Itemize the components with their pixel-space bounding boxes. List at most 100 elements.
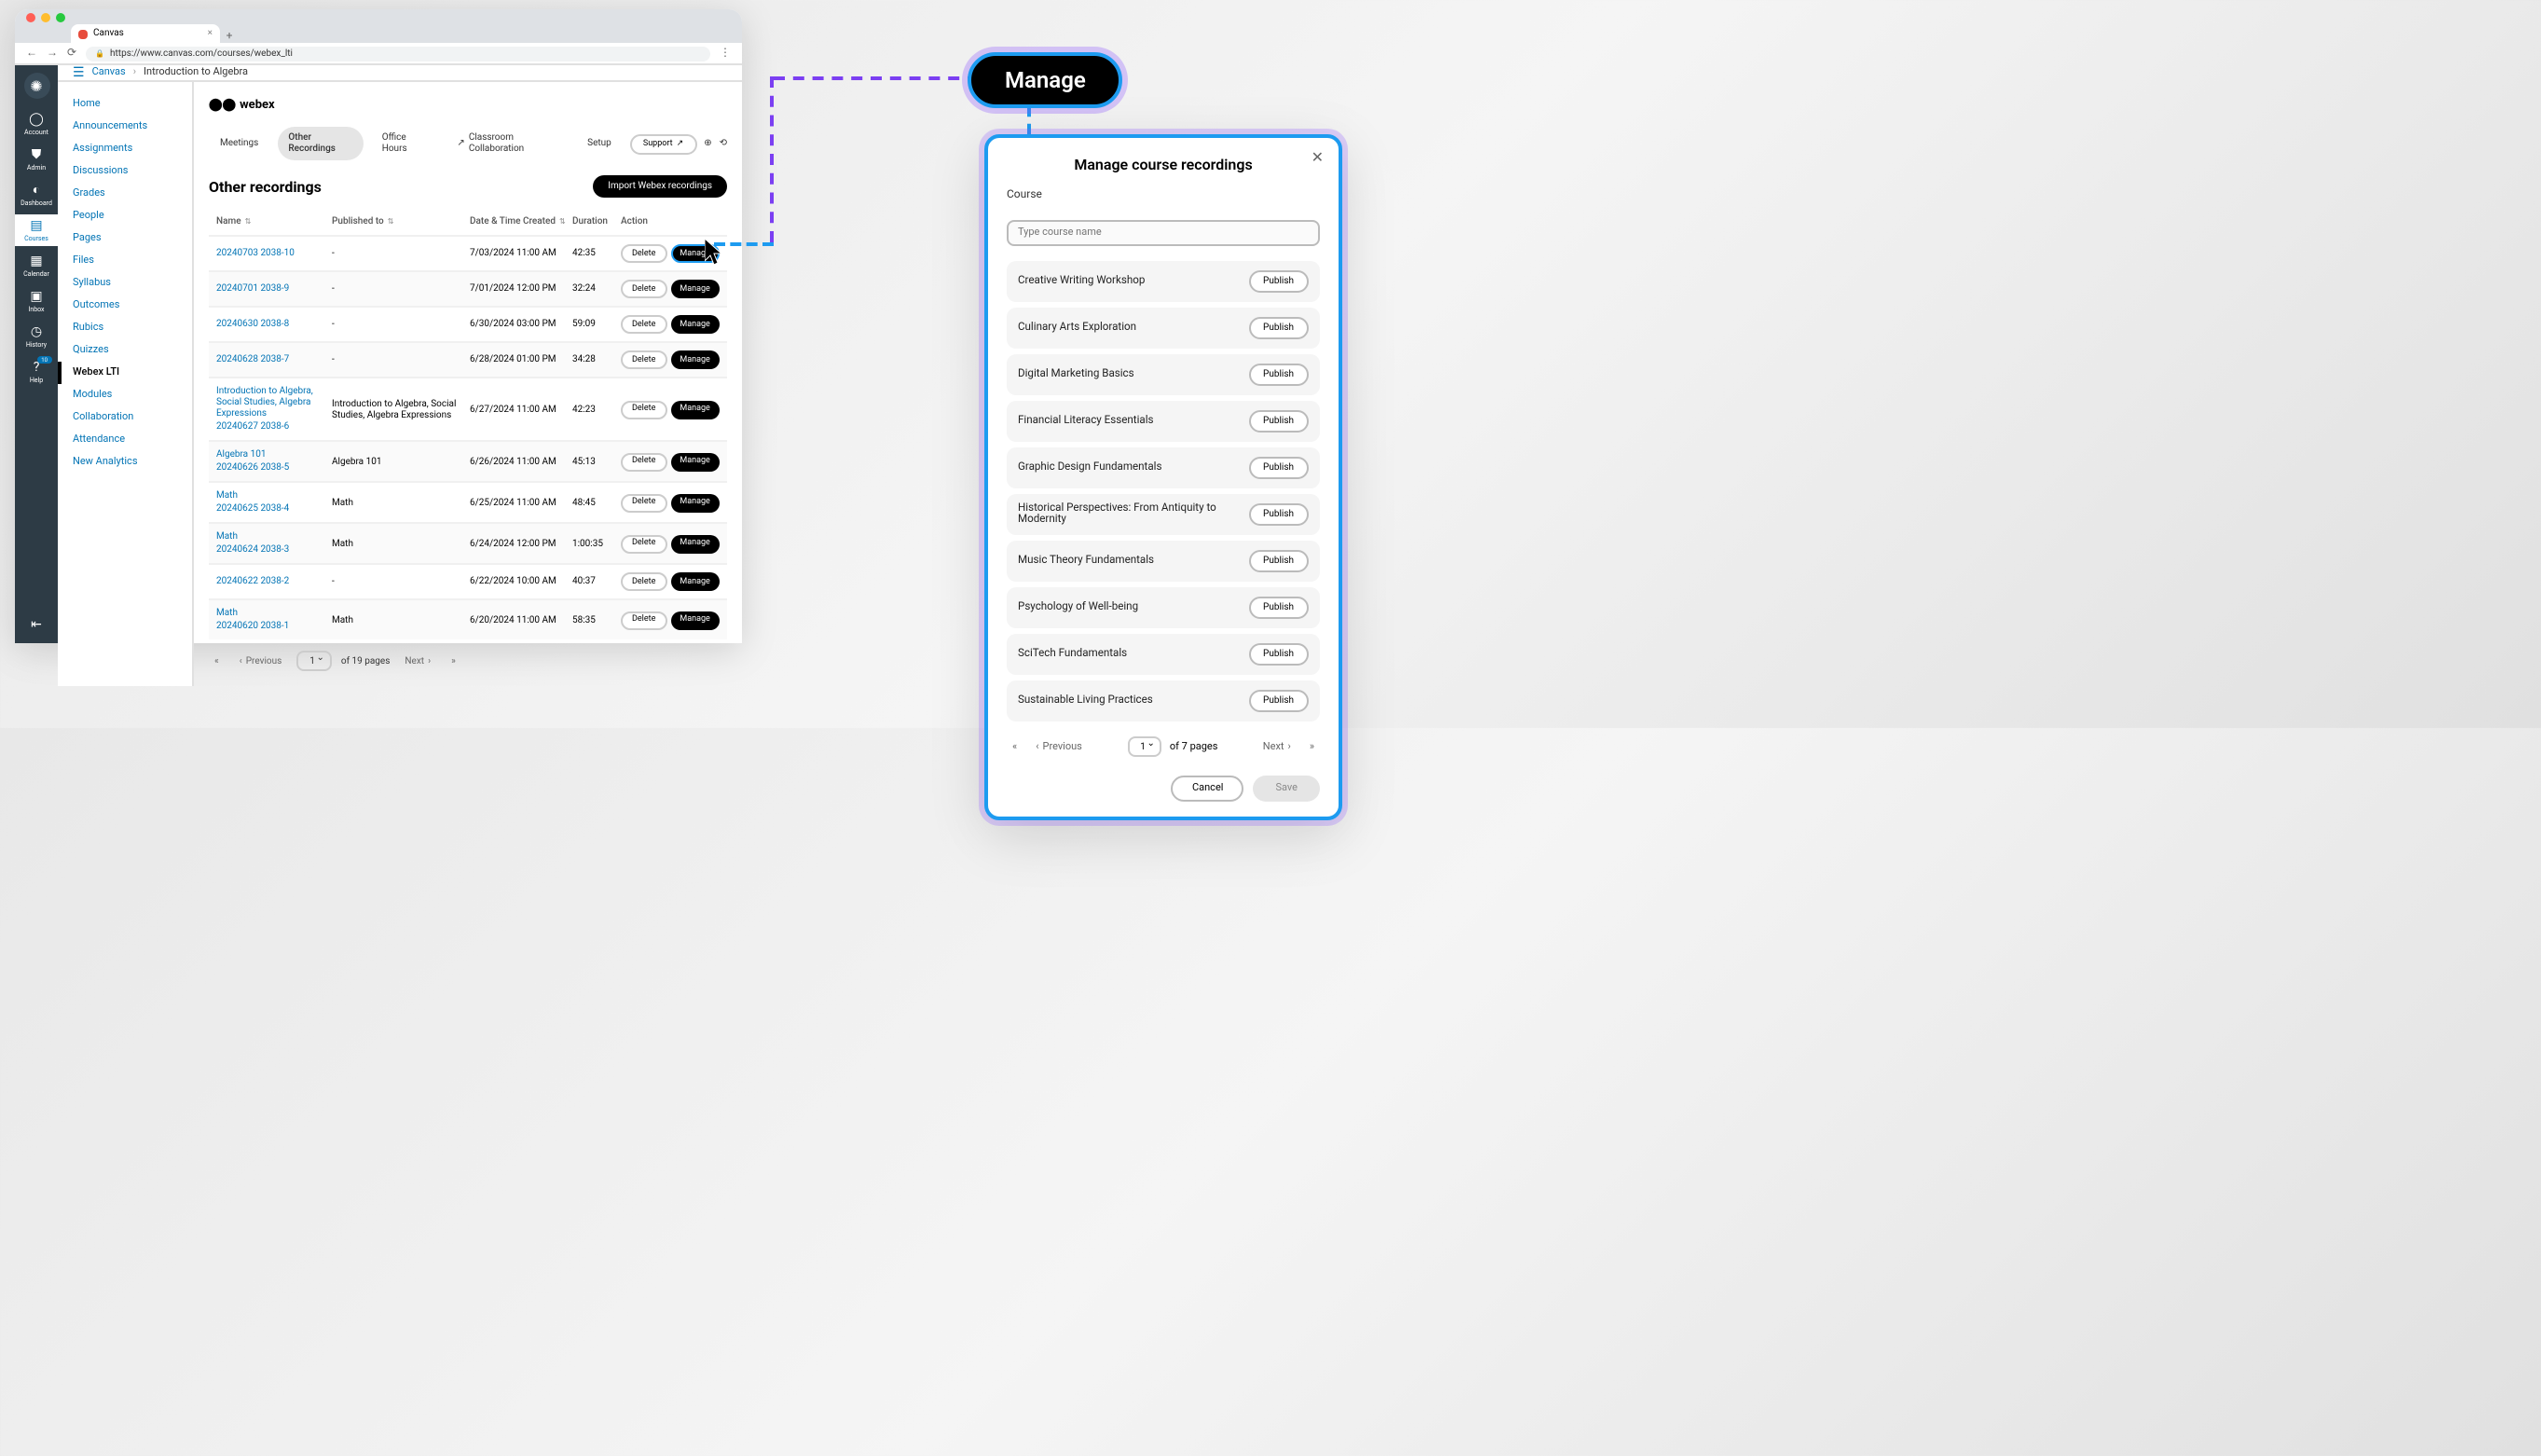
- menu-icon[interactable]: ⋮: [720, 47, 731, 60]
- import-recordings-button[interactable]: Import Webex recordings: [593, 175, 727, 198]
- tab-setup[interactable]: Setup: [576, 132, 623, 155]
- recording-name[interactable]: Math20240620 2038-1: [216, 608, 332, 632]
- nav-courses[interactable]: ▤ Courses: [15, 214, 58, 246]
- course-nav-item[interactable]: Syllabus: [58, 272, 192, 295]
- page-select[interactable]: 1: [1127, 736, 1162, 757]
- nav-history[interactable]: ◷ History: [15, 321, 58, 352]
- previous-button[interactable]: ‹ Previous: [1030, 737, 1088, 756]
- course-nav-item[interactable]: People: [58, 205, 192, 227]
- nav-help[interactable]: ? Help: [15, 356, 58, 388]
- manage-button[interactable]: Manage: [670, 244, 719, 263]
- manage-button[interactable]: Manage: [670, 493, 719, 512]
- back-icon[interactable]: ←: [26, 47, 37, 60]
- course-nav-item[interactable]: Discussions: [58, 160, 192, 183]
- course-nav-item[interactable]: Announcements: [58, 116, 192, 138]
- publish-button[interactable]: Publish: [1248, 364, 1309, 386]
- course-nav-item[interactable]: Pages: [58, 227, 192, 250]
- maximize-window-icon[interactable]: [56, 12, 65, 21]
- delete-button[interactable]: Delete: [621, 534, 666, 553]
- minimize-window-icon[interactable]: [41, 12, 50, 21]
- publish-button[interactable]: Publish: [1248, 410, 1309, 433]
- globe-icon[interactable]: ⊕: [704, 138, 711, 149]
- next-button[interactable]: Next ›: [399, 652, 436, 670]
- recording-name[interactable]: Algebra 10120240626 2038-5: [216, 449, 332, 474]
- manage-button[interactable]: Manage: [670, 534, 719, 553]
- course-nav-item[interactable]: Attendance: [58, 429, 192, 451]
- nav-inbox[interactable]: ▣ Inbox: [15, 285, 58, 317]
- course-nav-item[interactable]: Home: [58, 93, 192, 116]
- publish-button[interactable]: Publish: [1248, 503, 1309, 526]
- canvas-logo-icon[interactable]: ✺: [23, 73, 49, 99]
- publish-button[interactable]: Publish: [1248, 597, 1309, 619]
- first-page-icon[interactable]: «: [209, 652, 225, 670]
- course-nav-item[interactable]: Assignments: [58, 138, 192, 160]
- previous-button[interactable]: ‹ Previous: [234, 652, 288, 670]
- recording-name[interactable]: Math20240624 2038-3: [216, 531, 332, 556]
- delete-button[interactable]: Delete: [621, 400, 666, 419]
- last-page-icon[interactable]: »: [1304, 737, 1320, 756]
- support-button[interactable]: Support↗: [630, 133, 696, 154]
- recording-name[interactable]: Math20240625 2038-4: [216, 490, 332, 515]
- recording-name[interactable]: Introduction to Algebra, Social Studies,…: [216, 386, 332, 433]
- publish-button[interactable]: Publish: [1248, 690, 1309, 712]
- publish-button[interactable]: Publish: [1248, 317, 1309, 339]
- manage-button[interactable]: Manage: [670, 572, 719, 591]
- close-tab-icon[interactable]: ×: [208, 28, 213, 39]
- recording-name[interactable]: 20240622 2038-2: [216, 576, 332, 587]
- first-page-icon[interactable]: «: [1007, 737, 1023, 756]
- browser-tab[interactable]: Canvas ×: [71, 24, 220, 43]
- nav-dashboard[interactable]: ◐ Dashboard: [15, 179, 58, 211]
- last-page-icon[interactable]: »: [446, 652, 461, 670]
- collapse-nav-icon[interactable]: ⇤: [31, 617, 42, 632]
- nav-account[interactable]: ◯ Account: [15, 108, 58, 140]
- breadcrumb-root[interactable]: Canvas: [92, 67, 126, 78]
- nav-admin[interactable]: ⛊ Admin: [15, 144, 58, 175]
- course-search-input[interactable]: [1007, 220, 1320, 246]
- course-nav-item[interactable]: Outcomes: [58, 295, 192, 317]
- publish-button[interactable]: Publish: [1248, 550, 1309, 572]
- delete-button[interactable]: Delete: [621, 611, 666, 629]
- publish-button[interactable]: Publish: [1248, 457, 1309, 479]
- manage-button[interactable]: Manage: [670, 611, 719, 629]
- col-datetime[interactable]: Date & Time Created⇅: [470, 216, 572, 227]
- manage-button[interactable]: Manage: [670, 315, 719, 334]
- delete-button[interactable]: Delete: [621, 315, 666, 334]
- course-nav-item[interactable]: New Analytics: [58, 451, 192, 474]
- refresh-icon[interactable]: ⟲: [720, 138, 727, 149]
- hamburger-icon[interactable]: ☰: [73, 65, 85, 80]
- cancel-button[interactable]: Cancel: [1172, 776, 1244, 802]
- tab-other-recordings[interactable]: Other Recordings: [277, 127, 363, 160]
- course-nav-item[interactable]: Webex LTI: [58, 362, 192, 384]
- col-published[interactable]: Published to⇅: [332, 216, 470, 227]
- reload-icon[interactable]: ⟳: [67, 47, 76, 60]
- course-nav-item[interactable]: Files: [58, 250, 192, 272]
- delete-button[interactable]: Delete: [621, 572, 666, 591]
- delete-button[interactable]: Delete: [621, 350, 666, 369]
- tab-classroom[interactable]: ↗Classroom Collaboration: [446, 127, 569, 160]
- delete-button[interactable]: Delete: [621, 244, 666, 263]
- url-input[interactable]: 🔒 https://www.canvas.com/courses/webex_l…: [86, 46, 710, 61]
- manage-button[interactable]: Manage: [670, 452, 719, 471]
- course-nav-item[interactable]: Rubics: [58, 317, 192, 339]
- recording-name[interactable]: 20240701 2038-9: [216, 283, 332, 295]
- delete-button[interactable]: Delete: [621, 452, 666, 471]
- close-icon[interactable]: ✕: [1312, 149, 1324, 166]
- publish-button[interactable]: Publish: [1248, 270, 1309, 293]
- course-nav-item[interactable]: Grades: [58, 183, 192, 205]
- manage-button[interactable]: Manage: [670, 280, 719, 298]
- recording-name[interactable]: 20240630 2038-8: [216, 319, 332, 330]
- delete-button[interactable]: Delete: [621, 493, 666, 512]
- manage-button[interactable]: Manage: [670, 400, 719, 419]
- nav-calendar[interactable]: ▦ Calendar: [15, 250, 58, 282]
- manage-button[interactable]: Manage: [670, 350, 719, 369]
- new-tab-button[interactable]: +: [220, 30, 239, 43]
- recording-name[interactable]: 20240703 2038-10: [216, 248, 332, 259]
- tab-meetings[interactable]: Meetings: [209, 132, 269, 155]
- course-nav-item[interactable]: Quizzes: [58, 339, 192, 362]
- col-name[interactable]: Name⇅: [216, 216, 332, 227]
- close-window-icon[interactable]: [26, 12, 35, 21]
- delete-button[interactable]: Delete: [621, 280, 666, 298]
- page-select[interactable]: 1: [296, 651, 332, 671]
- tab-office-hours[interactable]: Office Hours: [371, 127, 439, 160]
- forward-icon[interactable]: →: [47, 47, 58, 60]
